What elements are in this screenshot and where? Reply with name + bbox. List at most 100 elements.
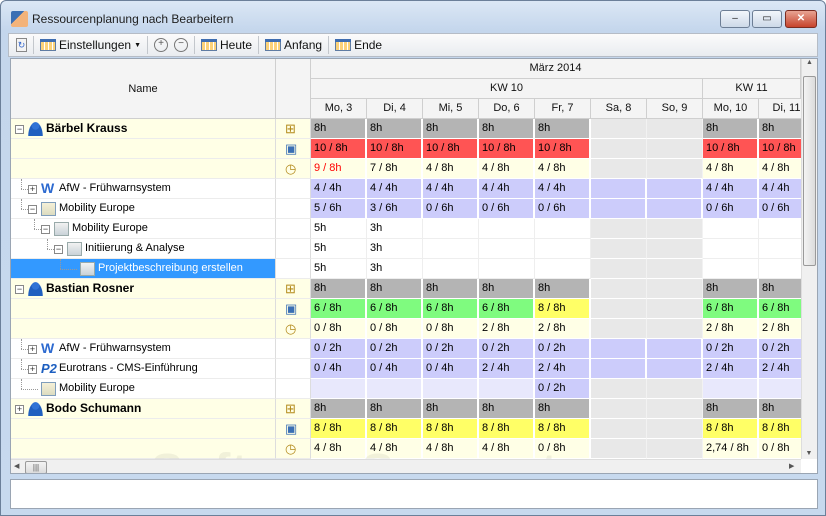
- scroll-down-arrow[interactable]: ▼: [802, 450, 816, 457]
- day-cell[interactable]: 2 / 8h: [535, 319, 591, 339]
- day-cell[interactable]: [591, 179, 647, 199]
- day-cell[interactable]: [591, 299, 647, 319]
- day-cell[interactable]: [479, 219, 535, 239]
- day-cell[interactable]: 4 / 8h: [311, 439, 367, 459]
- day-cell[interactable]: [591, 439, 647, 459]
- day-cell[interactable]: [479, 259, 535, 279]
- day-cell[interactable]: 0 / 2h: [423, 339, 479, 359]
- day-cell[interactable]: 6 / 8h: [367, 299, 423, 319]
- day-cell[interactable]: 8 / 8h: [479, 419, 535, 439]
- day-cell[interactable]: [703, 379, 759, 399]
- day-cell[interactable]: 0 / 4h: [311, 359, 367, 379]
- day-cell[interactable]: [423, 259, 479, 279]
- day-cell[interactable]: 8h: [703, 399, 759, 419]
- day-cell[interactable]: 6 / 8h: [479, 299, 535, 319]
- horizontal-scroll-thumb[interactable]: |||: [25, 461, 47, 473]
- day-cell[interactable]: 2 / 4h: [535, 359, 591, 379]
- day-cell[interactable]: 8h: [535, 399, 591, 419]
- day-cell[interactable]: 0 / 2h: [367, 339, 423, 359]
- day-cell[interactable]: [591, 399, 647, 419]
- day-cell[interactable]: 0 / 6h: [703, 199, 759, 219]
- table-row[interactable]: − Mobility Europe 5h 3h: [11, 219, 815, 239]
- day-cell[interactable]: 4 / 8h: [535, 159, 591, 179]
- day-cell[interactable]: 3 / 6h: [367, 199, 423, 219]
- name-column-header[interactable]: Name: [11, 59, 276, 119]
- start-button[interactable]: Anfang: [262, 35, 325, 55]
- day-cell[interactable]: 2,74 / 8h: [703, 439, 759, 459]
- day-cell[interactable]: [647, 239, 703, 259]
- day-cell[interactable]: [591, 259, 647, 279]
- resource-summary-row[interactable]: ▣ 6 / 8h 6 / 8h 6 / 8h 6 / 8h 8 / 8h 6 / 8h 6 /…: [11, 299, 815, 319]
- day-cell[interactable]: [647, 259, 703, 279]
- day-cell[interactable]: 4 / 4h: [703, 179, 759, 199]
- day-cell[interactable]: [647, 379, 703, 399]
- day-cell[interactable]: 0 / 2h: [535, 379, 591, 399]
- day-cell[interactable]: [591, 379, 647, 399]
- day-cell[interactable]: 0 / 4h: [423, 359, 479, 379]
- collapse-toggle[interactable]: −: [15, 285, 24, 294]
- maximize-button[interactable]: ▭: [752, 10, 782, 28]
- day-cell[interactable]: [647, 419, 703, 439]
- day-cell[interactable]: 8h: [311, 399, 367, 419]
- zoom-out-button[interactable]: −: [171, 35, 191, 55]
- day-cell[interactable]: 5h: [311, 239, 367, 259]
- day-cell[interactable]: [535, 259, 591, 279]
- day-cell[interactable]: [703, 219, 759, 239]
- table-row[interactable]: − Mobility Europe 5 / 6h 3 / 6h 0 / 6h 0 / 6h…: [11, 199, 815, 219]
- day-cell[interactable]: [591, 339, 647, 359]
- day-cell[interactable]: [423, 239, 479, 259]
- day-cell[interactable]: 8h: [535, 119, 591, 139]
- day-cell[interactable]: 8h: [311, 279, 367, 299]
- day-cell[interactable]: 4 / 4h: [311, 179, 367, 199]
- day-cell[interactable]: 0 / 2h: [479, 339, 535, 359]
- day-cell[interactable]: [535, 239, 591, 259]
- day-cell[interactable]: 3h: [367, 219, 423, 239]
- table-row[interactable]: + P2 Eurotrans - CMS-Einführung 0 / 4h 0 / 4…: [11, 359, 815, 379]
- settings-dropdown[interactable]: Einstellungen ▼: [37, 35, 144, 55]
- day-cell[interactable]: 2 / 8h: [703, 319, 759, 339]
- collapse-toggle[interactable]: −: [54, 245, 63, 254]
- resource-summary-row[interactable]: ◷ 9 / 8h 7 / 8h 4 / 8h 4 / 8h 4 / 8h 4 / 8h 4 /…: [11, 159, 815, 179]
- day-cell[interactable]: 0 / 8h: [535, 439, 591, 459]
- vertical-scroll-thumb[interactable]: [803, 76, 816, 266]
- day-cell[interactable]: [647, 399, 703, 419]
- day-cell[interactable]: [647, 319, 703, 339]
- day-cell[interactable]: [591, 359, 647, 379]
- day-cell[interactable]: 0 / 2h: [311, 339, 367, 359]
- day-cell[interactable]: 4 / 8h: [703, 159, 759, 179]
- day-cell[interactable]: 0 / 8h: [311, 319, 367, 339]
- day-cell[interactable]: [703, 259, 759, 279]
- resource-row[interactable]: − Bärbel Krauss ⊞ 8h 8h 8h 8h 8h 8h 8h: [11, 119, 815, 139]
- horizontal-scrollbar[interactable]: ◀ ||| ▶: [11, 459, 801, 473]
- day-cell[interactable]: 0 / 2h: [703, 339, 759, 359]
- day-cell[interactable]: 8h: [367, 399, 423, 419]
- day-cell[interactable]: [591, 159, 647, 179]
- day-cell[interactable]: 8h: [479, 399, 535, 419]
- day-cell[interactable]: [591, 219, 647, 239]
- table-row[interactable]: − Initiierung & Analyse 5h 3h: [11, 239, 815, 259]
- day-cell[interactable]: 0 / 2h: [535, 339, 591, 359]
- day-cell[interactable]: 10 / 8h: [703, 139, 759, 159]
- table-row[interactable]: Mobility Europe 0 / 2h: [11, 379, 815, 399]
- day-cell[interactable]: 3h: [367, 239, 423, 259]
- day-cell[interactable]: [591, 239, 647, 259]
- day-cell[interactable]: [479, 379, 535, 399]
- day-cell[interactable]: [591, 319, 647, 339]
- day-cell[interactable]: 8h: [311, 119, 367, 139]
- close-button[interactable]: ✕: [785, 10, 817, 28]
- scroll-left-arrow[interactable]: ◀: [14, 462, 19, 470]
- day-cell[interactable]: 8h: [479, 279, 535, 299]
- scroll-up-arrow[interactable]: ▲: [802, 59, 817, 66]
- day-cell[interactable]: 0 / 8h: [367, 319, 423, 339]
- day-cell[interactable]: 10 / 8h: [423, 139, 479, 159]
- day-cell[interactable]: [367, 379, 423, 399]
- day-cell[interactable]: 8 / 8h: [367, 419, 423, 439]
- day-cell[interactable]: 8 / 8h: [535, 299, 591, 319]
- day-cell[interactable]: 10 / 8h: [311, 139, 367, 159]
- day-cell[interactable]: 5 / 6h: [311, 199, 367, 219]
- zoom-in-button[interactable]: +: [151, 35, 171, 55]
- day-cell[interactable]: 4 / 8h: [479, 159, 535, 179]
- day-cell[interactable]: 0 / 6h: [535, 199, 591, 219]
- day-cell[interactable]: [423, 379, 479, 399]
- day-cell[interactable]: 10 / 8h: [367, 139, 423, 159]
